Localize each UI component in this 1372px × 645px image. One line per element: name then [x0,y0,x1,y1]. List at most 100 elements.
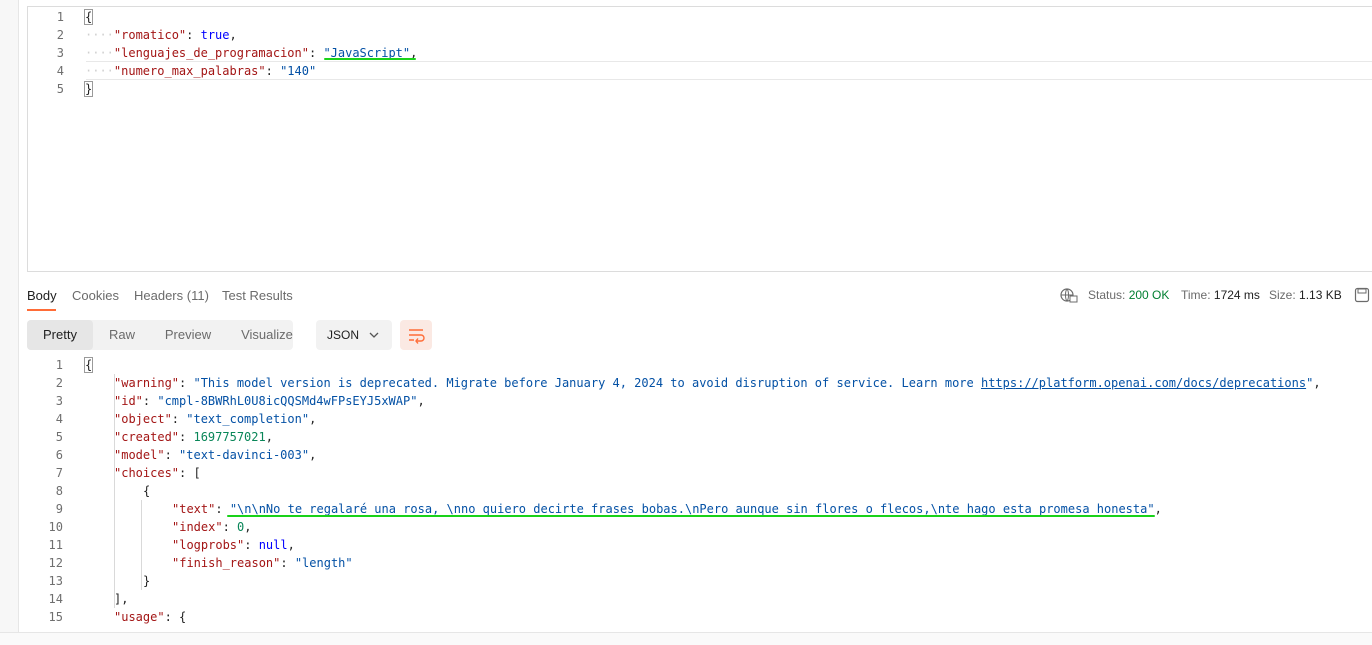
code-content: "usage": { [114,608,186,626]
response-body-viewer[interactable]: 1 {2 "warning": "This model version is dep… [0,356,1372,636]
size-value: 1.13 KB [1299,288,1342,302]
code-content: "index": 0, [172,518,252,536]
view-preview-button[interactable]: Preview [151,320,225,350]
json-key: "choices" [114,466,180,480]
json-punctuation: : [280,556,295,570]
line-number: 15 [48,610,63,624]
line-number: 7 [55,466,63,480]
line-number: 3 [55,394,63,408]
json-literal: null [258,538,288,552]
status-value: 200 OK [1128,288,1170,302]
json-punctuation: : [265,64,281,78]
line-number: 8 [55,484,63,498]
line-number: 6 [55,448,63,462]
line-number: 13 [48,574,63,588]
json-punctuation: , [309,412,317,426]
code-content: "object": "text_completion", [114,410,316,428]
json-literal: true [200,28,230,42]
view-pretty-button[interactable]: Pretty [27,320,93,350]
json-punctuation: : [244,538,259,552]
json-punctuation: , [265,430,273,444]
code-content: "logprobs": null, [172,536,295,554]
json-punctuation: : [142,394,158,408]
view-visualize-button[interactable]: Visualize [225,320,309,350]
annotation-underline [227,515,1155,517]
json-punctuation: : [215,502,230,516]
size-indicator[interactable]: Size: 1.13 KB [1269,288,1342,302]
json-punctuation: } [143,574,151,588]
code-content: ····"numero_max_palabras": "140" [85,62,316,80]
json-key: "usage" [114,610,165,624]
code-content: "finish_reason": "length" [172,554,353,572]
whitespace-dots: ···· [85,46,114,60]
json-punctuation: : [179,376,194,390]
json-punctuation: { [83,357,94,373]
code-content: "warning": "This model version is deprec… [114,374,1321,392]
json-string: "text_completion" [186,412,310,426]
json-punctuation: : [179,430,194,444]
whitespace-dots: ···· [85,28,114,42]
indent-guide [141,500,142,590]
json-punctuation: : [308,46,324,60]
code-content: } [143,572,150,590]
time-indicator[interactable]: Time: 1724 ms [1181,288,1260,302]
json-string: "cmpl-8BWRhL0U8icQQSMd4wFPsEYJ5xWAP" [157,394,418,408]
request-body-editor[interactable]: 1{2 ····"romatico": true, 3 ····"lenguajes_… [27,6,1372,272]
code-content: { [143,482,150,500]
code-content: ····"romatico": true, [85,26,237,44]
tab-test-results[interactable]: Test Results [222,288,293,303]
status-label: Status: [1088,288,1126,302]
json-punctuation: , [244,520,252,534]
json-string: "text-davinci-003" [179,448,310,462]
code-content: "model": "text-davinci-003", [114,446,316,464]
line-number: 4 [55,412,63,426]
line-number: 11 [48,538,63,552]
format-select[interactable]: JSON [316,320,392,350]
json-punctuation: { [143,484,151,498]
code-content: { [83,356,94,374]
line-number: 2 [56,28,64,42]
json-key: "romatico" [113,28,187,42]
network-globe-icon[interactable] [1060,287,1078,306]
json-punctuation: ], [114,592,129,606]
code-content: "choices": [ [114,464,201,482]
tab-body[interactable]: Body [27,288,57,303]
json-punctuation: { [83,9,94,25]
view-raw-button[interactable]: Raw [93,320,151,350]
json-key: "object" [114,412,172,426]
save-response-icon[interactable] [1354,287,1370,306]
json-punctuation: : [222,520,238,534]
tab-headers[interactable]: Headers (11) [134,288,209,303]
line-number: 4 [56,64,64,78]
time-label: Time: [1181,288,1211,302]
tab-cookies[interactable]: Cookies [72,288,119,303]
json-punctuation: , [1313,376,1321,390]
annotation-underline [324,58,416,60]
json-key: "finish_reason" [172,556,281,570]
json-link[interactable]: https://platform.openai.com/docs/depreca… [981,376,1306,390]
wrap-lines-icon[interactable] [400,320,432,350]
code-content: { [83,8,94,26]
json-key: "created" [114,430,180,444]
line-number: 14 [48,592,63,606]
line-number: 3 [56,46,64,60]
json-punctuation: : [186,28,201,42]
json-key: "logprobs" [172,538,245,552]
time-value: 1724 ms [1213,288,1260,302]
view-mode-toggle: Pretty Raw Preview Visualize [27,320,293,350]
line-number: 9 [55,502,63,516]
json-punctuation: : [ [179,466,201,480]
chevron-down-icon [369,320,379,361]
json-string: "140" [280,64,317,78]
json-string: "This model version is deprecated. Migra… [193,376,981,390]
code-content: "created": 1697757021, [114,428,273,446]
json-key: "index" [172,520,223,534]
json-key: "model" [114,448,165,462]
json-punctuation: , [417,394,425,408]
line-number: 1 [55,358,63,372]
json-key: "warning" [114,376,180,390]
json-punctuation: , [309,448,317,462]
whitespace-dots: ···· [85,64,114,78]
line-number: 5 [55,430,63,444]
json-punctuation: : { [164,610,187,624]
